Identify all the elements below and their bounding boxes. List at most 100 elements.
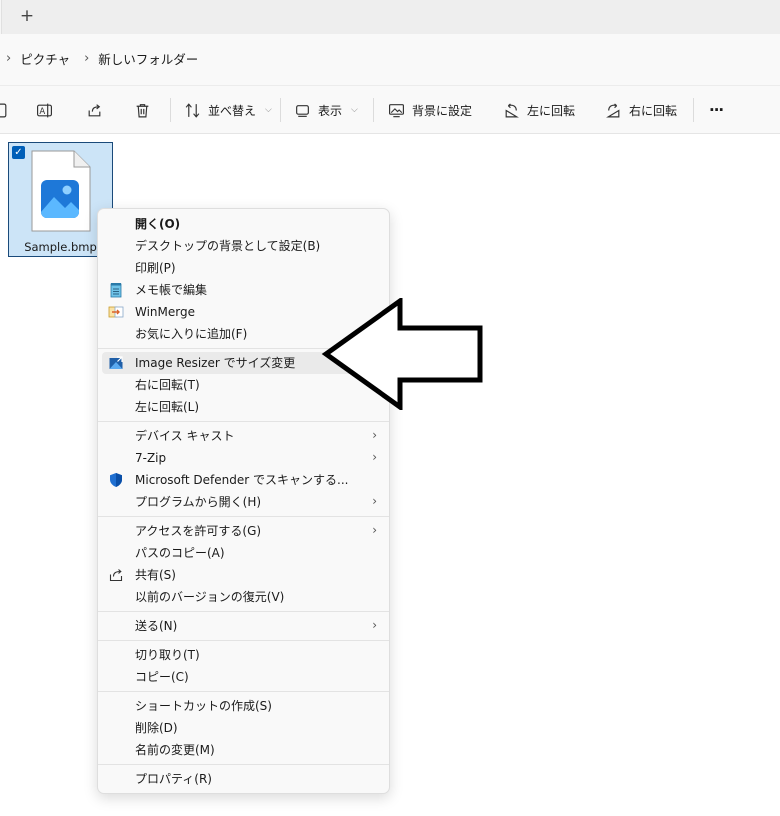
context-menu: 開く(O) デスクトップの背景として設定(B) 印刷(P) メモ帳で編集 Win… [97,208,390,794]
menu-item-send-to[interactable]: 送る(N) › [102,615,385,637]
menu-item-open-with[interactable]: プログラムから開く(H) › [102,491,385,513]
active-tab-edge[interactable] [0,0,2,34]
menu-item-label: Microsoft Defender でスキャンする... [135,473,349,487]
menu-item-print[interactable]: 印刷(P) [102,257,385,279]
chevron-right-icon: › [372,523,377,537]
menu-item-label: 7-Zip [135,451,167,465]
more-icon: ··· [709,101,724,119]
menu-item-label: 削除(D) [135,721,178,735]
delete-button[interactable] [134,98,151,122]
view-label: 表示 [318,103,343,118]
rotate-right-icon [606,102,620,117]
breadcrumb-item-new-folder[interactable]: 新しいフォルダー [98,49,204,68]
set-background-label: 背景に設定 [412,103,473,118]
menu-item-label: メモ帳で編集 [135,283,208,297]
checkbox-checked-icon[interactable]: ✓ [12,146,25,159]
menu-item-rename[interactable]: 名前の変更(M) [102,739,385,761]
menu-item-label: 送る(N) [135,619,178,633]
address-bar: › ピクチャ › 新しいフォルダー [0,34,780,86]
menu-item-open[interactable]: 開く(O) [102,213,385,235]
menu-item-defender-scan[interactable]: Microsoft Defender でスキャンする... [102,469,385,491]
menu-item-label: ショートカットの作成(S) [135,699,272,713]
menu-item-create-shortcut[interactable]: ショートカットの作成(S) [102,695,385,717]
menu-item-device-cast[interactable]: デバイス キャスト › [102,425,385,447]
toolbar-divider [373,98,374,122]
toolbar-divider [693,98,694,122]
menu-separator [98,611,389,612]
wallpaper-icon [389,103,404,117]
menu-item-7zip[interactable]: 7-Zip › [102,447,385,469]
rotate-right-button[interactable]: 右に回転 [605,98,677,122]
chevron-down-icon: ⌵ [265,105,272,115]
menu-item-label: 共有(S) [135,568,176,582]
menu-item-copy[interactable]: コピー(C) [102,666,385,688]
menu-item-restore-versions[interactable]: 以前のバージョンの復元(V) [102,586,385,608]
rename-button[interactable]: A [36,98,53,122]
toolbar-divider [170,98,171,122]
menu-item-label: 切り取り(T) [135,648,200,662]
menu-item-label: Image Resizer でサイズ変更 [135,356,296,370]
menu-item-set-desktop-background[interactable]: デスクトップの背景として設定(B) [102,235,385,257]
chevron-right-icon: › [372,618,377,632]
rotate-left-button[interactable]: 左に回転 [503,98,575,122]
set-background-button[interactable]: 背景に設定 [388,98,472,122]
share-icon [88,103,101,116]
shield-icon [110,473,122,487]
chevron-right-icon: › [372,428,377,442]
menu-item-label: 左に回転(L) [135,400,200,414]
menu-separator [98,640,389,641]
sort-button[interactable]: 並べ替え ⌵ [184,98,272,122]
clipboard-icon [0,103,7,117]
menu-item-label: 開く(O) [135,217,181,231]
menu-item-label: プロパティ(R) [135,772,212,786]
view-icon [296,104,309,117]
menu-separator [98,764,389,765]
menu-separator [98,691,389,692]
menu-item-copy-path[interactable]: パスのコピー(A) [102,542,385,564]
menu-item-label: WinMerge [135,305,195,319]
chevron-right-icon: › [372,494,377,508]
winmerge-icon [108,306,124,318]
menu-item-label: パスのコピー(A) [135,546,225,560]
menu-item-cut[interactable]: 切り取り(T) [102,644,385,666]
image-file-icon [31,150,91,232]
command-bar: A 並べ替え ⌵ 表示 ⌵ 背景に設定 左に回転 右に回転 ··· [0,86,780,134]
sort-icon [185,102,200,118]
view-button[interactable]: 表示 ⌵ [294,98,358,122]
menu-item-label: 名前の変更(M) [135,743,215,757]
menu-item-give-access[interactable]: アクセスを許可する(G) › [102,520,385,542]
menu-item-label: 印刷(P) [135,261,176,275]
menu-item-label: アクセスを許可する(G) [135,524,262,538]
rotate-right-label: 右に回転 [629,103,678,118]
menu-item-properties[interactable]: プロパティ(R) [102,768,385,790]
chevron-right-icon[interactable]: › [0,51,20,66]
menu-item-delete[interactable]: 削除(D) [102,717,385,739]
paste-button[interactable] [0,98,9,122]
tab-strip: + [0,0,780,34]
share-icon [109,569,123,582]
rotate-left-icon [505,102,519,117]
menu-item-label: 右に回転(T) [135,378,200,392]
breadcrumb-item-pictures[interactable]: ピクチャ [20,49,76,68]
menu-item-label: 以前のバージョンの復元(V) [135,590,285,604]
trash-icon [136,103,149,117]
annotation-arrow-icon [321,298,483,410]
share-button[interactable] [86,98,103,122]
new-tab-button[interactable]: + [18,6,36,26]
chevron-right-icon[interactable]: › [76,51,98,66]
menu-item-label: コピー(C) [135,670,189,684]
menu-item-label: プログラムから開く(H) [135,495,262,509]
more-options-button[interactable]: ··· [709,98,724,122]
chevron-right-icon: › [372,450,377,464]
menu-item-share[interactable]: 共有(S) [102,564,385,586]
notepad-icon [110,283,122,298]
menu-item-label: お気に入りに追加(F) [135,327,248,341]
menu-separator [98,421,389,422]
chevron-down-icon: ⌵ [351,105,358,115]
sort-label: 並べ替え [208,103,257,118]
toolbar-divider [280,98,281,122]
svg-text:A: A [39,107,45,117]
menu-separator [98,516,389,517]
menu-item-label: デバイス キャスト [135,429,235,443]
menu-item-label: デスクトップの背景として設定(B) [135,239,321,253]
